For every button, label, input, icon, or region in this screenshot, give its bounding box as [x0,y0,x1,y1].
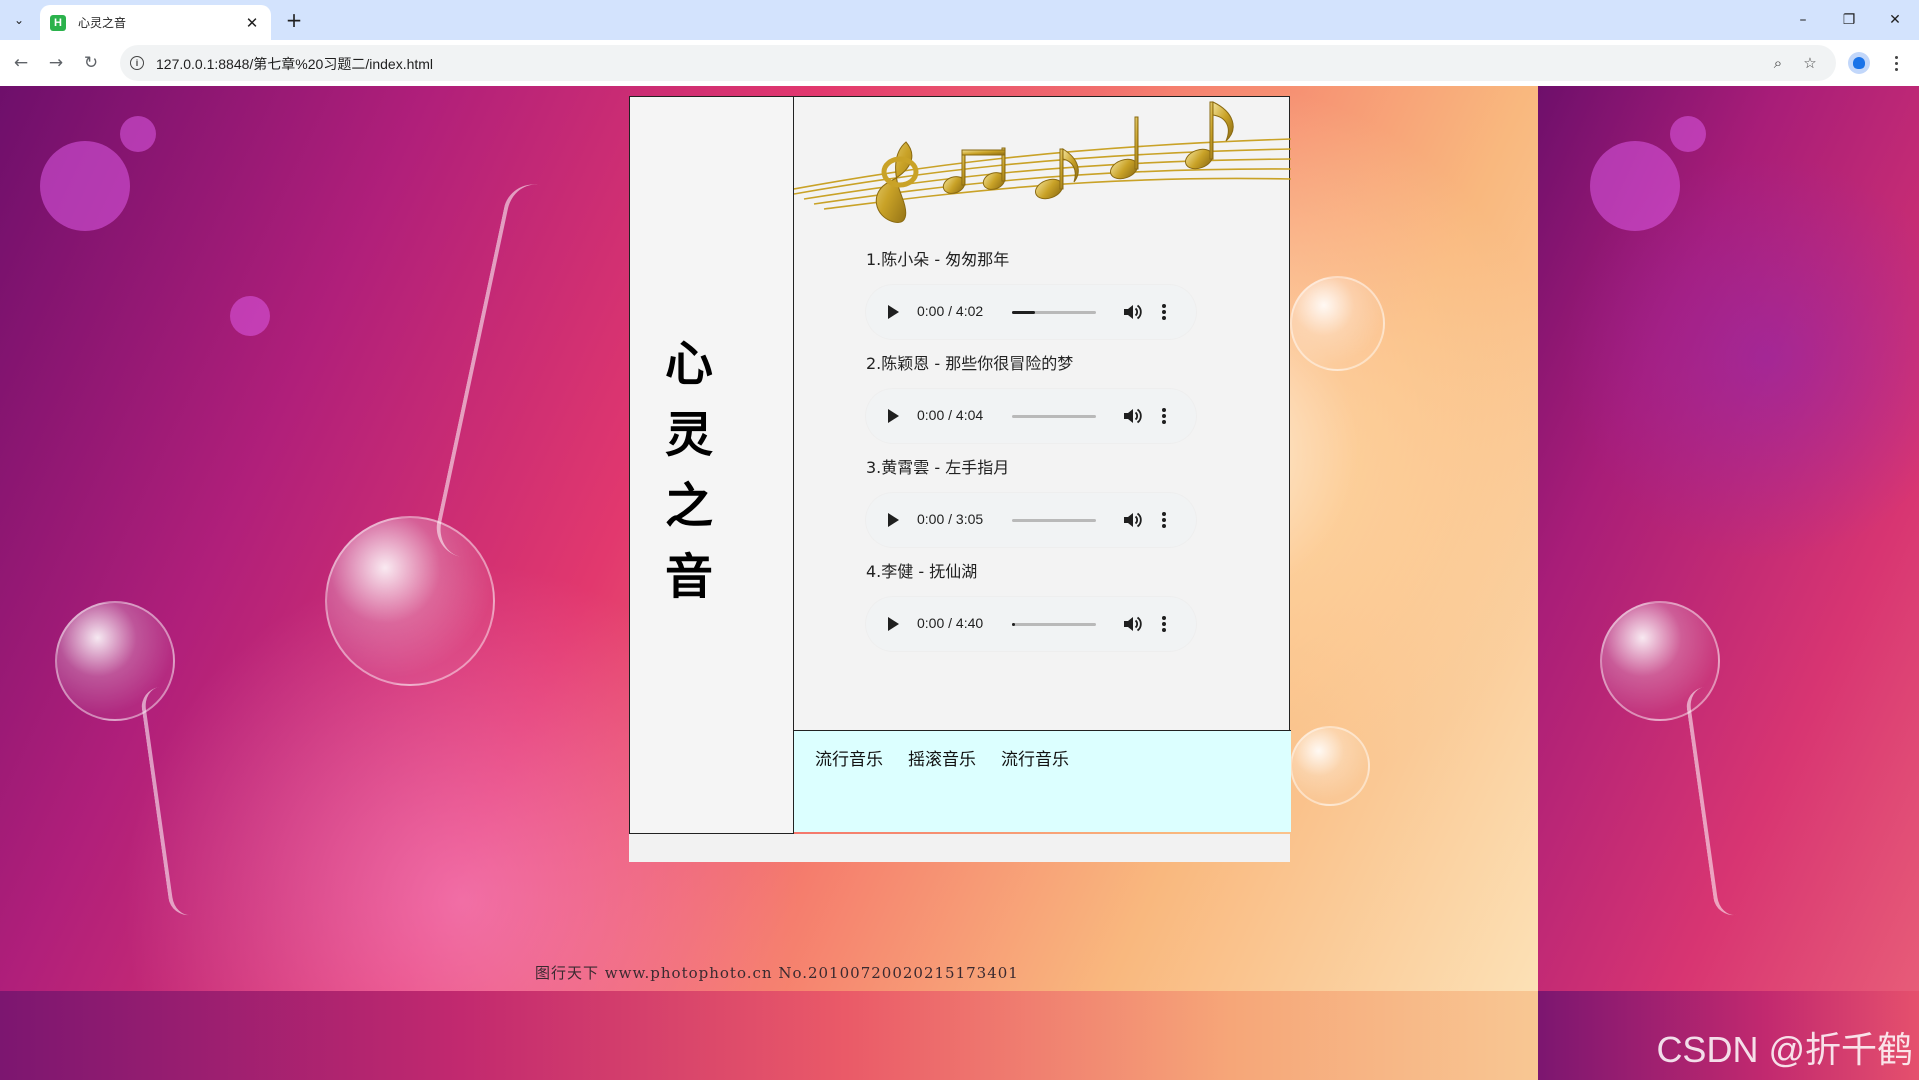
audio-player[interactable]: 0:00 / 4:40 [866,597,1196,651]
url-text[interactable]: 127.0.0.1:8848/第七章%20习题二/index.html [156,54,433,74]
song-title: 2.陈颖恩 - 那些你很冒险的梦 [866,354,1074,373]
zoom-icon[interactable]: ⌕ [1768,53,1788,73]
minimize-button[interactable]: – [1781,6,1825,34]
song-item: 4.李健 - 抚仙湖 0:00 / 4:40 [866,559,1196,651]
play-icon[interactable] [888,617,899,631]
page-viewport: 图行天下 www.photophoto.cn No.20100720020215… [0,86,1919,1080]
title-char: 灵 [664,407,713,463]
site-info-icon[interactable]: i [130,56,144,70]
sidebar: 心 灵 之 音 [629,96,794,834]
genre-link-pop-2[interactable]: 流行音乐 [1001,745,1069,770]
audio-player[interactable]: 0:00 / 4:04 [866,389,1196,443]
back-button[interactable]: ← [7,49,35,77]
audio-time: 0:00 / 4:02 [917,303,984,319]
bubble-note-head [1290,726,1370,806]
forward-button[interactable]: → [42,49,70,77]
genre-link-pop[interactable]: 流行音乐 [815,745,883,770]
tab-close-icon[interactable]: ✕ [243,14,261,32]
genre-link-rock[interactable]: 摇滚音乐 [908,745,976,770]
more-options-icon[interactable] [1162,408,1166,424]
more-options-icon[interactable] [1162,304,1166,320]
favicon-icon: H [50,14,66,31]
tab-strip: ⌄ H 心灵之音 ✕ + – ❐ ✕ [0,0,1919,40]
title-char: 心 [664,336,713,392]
bubble-note-head [1290,276,1385,371]
browser-tab[interactable]: H 心灵之音 ✕ [40,5,271,40]
volume-icon[interactable] [1122,407,1142,425]
volume-icon[interactable] [1122,615,1142,633]
browser-toolbar: ← → ↻ i 127.0.0.1:8848/第七章%20习题二/index.h… [0,40,1919,86]
song-item: 2.陈颖恩 - 那些你很冒险的梦 0:00 / 4:04 [866,351,1196,443]
bokeh-dot [40,141,130,231]
audio-player[interactable]: 0:00 / 4:02 [866,285,1196,339]
main-content: 1.陈小朵 - 匆匆那年 0:00 / 4:02 2.陈颖恩 - 那些你很冒险的… [793,96,1291,832]
play-icon[interactable] [888,513,899,527]
volume-icon[interactable] [1122,511,1142,529]
title-char: 音 [664,549,713,605]
bokeh-dot [1590,141,1680,231]
new-tab-button[interactable]: + [280,6,308,34]
genre-footer: 流行音乐 摇滚音乐 流行音乐 [794,730,1291,832]
genre-links: 流行音乐 摇滚音乐 流行音乐 [815,745,1069,770]
tab-title: 心灵之音 [78,16,127,30]
reload-button[interactable]: ↻ [77,49,105,77]
song-title: 1.陈小朵 - 匆匆那年 [866,250,1010,269]
song-title: 4.李健 - 抚仙湖 [866,562,978,581]
browser-menu-icon[interactable] [1886,52,1906,74]
bokeh-dot [230,296,270,336]
volume-icon[interactable] [1122,303,1142,321]
seek-progress [1012,311,1035,314]
song-title: 3.黄霄雲 - 左手指月 [866,458,1010,477]
tab-search-button[interactable]: ⌄ [6,8,32,32]
close-window-button[interactable]: ✕ [1873,6,1917,34]
more-options-icon[interactable] [1162,616,1166,632]
container-bottom-strip [629,834,1290,862]
restore-button[interactable]: ❐ [1827,6,1871,34]
profile-avatar[interactable] [1848,52,1870,74]
person-icon [1853,57,1865,69]
seek-slider[interactable] [1012,519,1096,522]
image-watermark: 图行天下 www.photophoto.cn No.20100720020215… [535,964,1019,982]
audio-time: 0:00 / 3:05 [917,511,984,527]
song-item: 3.黄霄雲 - 左手指月 0:00 / 3:05 [866,455,1196,547]
song-item: 1.陈小朵 - 匆匆那年 0:00 / 4:02 [866,247,1196,339]
more-options-icon[interactable] [1162,512,1166,528]
song-list: 1.陈小朵 - 匆匆那年 0:00 / 4:02 2.陈颖恩 - 那些你很冒险的… [866,247,1196,663]
seek-progress [1012,623,1015,626]
bookmark-star-icon[interactable]: ☆ [1800,53,1820,73]
page-title: 心 灵 之 音 [630,329,748,613]
seek-slider[interactable] [1012,415,1096,418]
audio-time: 0:00 / 4:40 [917,615,984,631]
play-icon[interactable] [888,409,899,423]
title-char: 之 [664,478,713,534]
audio-player[interactable]: 0:00 / 3:05 [866,493,1196,547]
audio-time: 0:00 / 4:04 [917,407,984,423]
music-staff-banner [794,101,1291,224]
play-icon[interactable] [888,305,899,319]
bokeh-dot [1670,116,1706,152]
address-bar[interactable]: i 127.0.0.1:8848/第七章%20习题二/index.html ⌕ … [120,45,1836,81]
background-image-row2 [0,991,1538,1080]
seek-slider[interactable] [1012,311,1096,314]
csdn-watermark: CSDN @折千鹤 [1656,1029,1913,1070]
page-container: 心 灵 之 音 1.陈小朵 - 匆匆那年 0:00 / 4:02 2.陈颖恩 -… [629,96,1291,862]
bokeh-dot [120,116,156,152]
seek-slider[interactable] [1012,623,1096,626]
